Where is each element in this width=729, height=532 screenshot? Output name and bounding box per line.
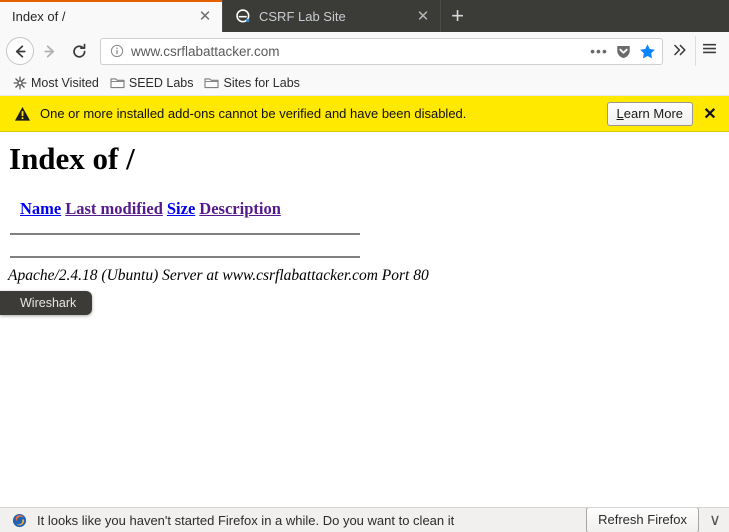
back-arrow-icon: [12, 43, 29, 60]
column-link-size[interactable]: Size: [167, 199, 195, 218]
browser-window: Index of / ✕ CSRF Lab Site ✕ + www.csrfl…: [0, 0, 729, 532]
elgg-favicon-icon: [235, 8, 251, 24]
bookmark-sites-for-labs[interactable]: Sites for Labs: [200, 72, 306, 94]
url-input[interactable]: www.csrflabattacker.com: [126, 44, 588, 59]
warning-triangle-icon: [12, 106, 32, 122]
overflow-menu-button[interactable]: [667, 36, 693, 66]
tab-strip: Index of / ✕ CSRF Lab Site ✕ +: [0, 0, 729, 32]
tab-csrf-lab-site[interactable]: CSRF Lab Site ✕: [222, 0, 440, 32]
page-title: Index of /: [9, 141, 135, 176]
info-circle-icon[interactable]: [108, 44, 126, 58]
column-link-last-modified[interactable]: Last modified: [65, 199, 163, 218]
tab-title: Index of /: [12, 8, 66, 24]
starburst-icon: [11, 75, 28, 91]
hamburger-menu-icon: [701, 40, 718, 62]
addon-notification-close-icon[interactable]: ✕: [699, 103, 721, 125]
app-menu-button[interactable]: [695, 36, 723, 66]
navigation-toolbar: www.csrflabattacker.com •••: [0, 32, 729, 70]
listing-divider-bottom: [10, 256, 360, 258]
wireshark-tooltip: Wireshark: [0, 291, 93, 315]
url-bar-icons: •••: [588, 40, 658, 62]
tab-title: CSRF Lab Site: [259, 8, 346, 24]
apache-server-signature: Apache/2.4.18 (Ubuntu) Server at www.csr…: [8, 267, 429, 284]
listing-divider-top: [10, 233, 360, 235]
firefox-icon: [10, 513, 28, 528]
folder-icon: [203, 75, 220, 91]
learn-more-button[interactable]: Learn More: [606, 101, 693, 126]
tab-close-icon[interactable]: ✕: [194, 5, 216, 27]
bookmark-seed-labs[interactable]: SEED Labs: [106, 72, 201, 94]
back-button[interactable]: [6, 37, 34, 65]
learn-more-accesskey: L: [616, 105, 624, 121]
star-filled-icon[interactable]: [636, 40, 658, 62]
double-chevron-right-icon: [672, 42, 688, 61]
bookmark-label: Most Visited: [31, 75, 99, 90]
refresh-notification-message: It looks like you haven't started Firefo…: [37, 512, 455, 528]
directory-listing-header: Name Last modified Size Description: [20, 199, 729, 219]
folder-icon: [109, 75, 126, 91]
learn-more-label-rest: earn More: [623, 105, 683, 121]
page-content: Index of / Name Last modified Size Descript…: [0, 132, 729, 507]
tab-index-of[interactable]: Index of / ✕: [0, 0, 222, 32]
refresh-firefox-button[interactable]: Refresh Firefox: [586, 508, 699, 532]
ellipsis-icon[interactable]: •••: [588, 40, 610, 62]
bookmark-most-visited[interactable]: Most Visited: [8, 72, 106, 94]
url-bar[interactable]: www.csrflabattacker.com •••: [100, 37, 663, 65]
column-link-name[interactable]: Name: [20, 199, 61, 218]
refresh-notification-close-icon[interactable]: ∨: [705, 510, 725, 530]
reload-button[interactable]: [64, 36, 94, 66]
tab-close-icon[interactable]: ✕: [412, 5, 434, 27]
bookmarks-toolbar: Most Visited SEED Labs Sites for Labs: [0, 70, 729, 96]
new-tab-button[interactable]: +: [440, 0, 474, 32]
bookmark-label: SEED Labs: [128, 75, 194, 90]
column-link-description[interactable]: Description: [199, 199, 281, 218]
addon-notification-bar: One or more installed add-ons cannot be …: [0, 96, 729, 132]
refresh-firefox-notification-bar: It looks like you haven't started Firefo…: [0, 507, 729, 532]
addon-notification-message: One or more installed add-ons cannot be …: [40, 106, 467, 121]
forward-button[interactable]: [34, 36, 64, 66]
forward-arrow-icon: [41, 43, 58, 60]
bookmark-label: Sites for Labs: [223, 75, 300, 90]
pocket-shield-icon[interactable]: [612, 40, 634, 62]
reload-icon: [71, 43, 88, 60]
